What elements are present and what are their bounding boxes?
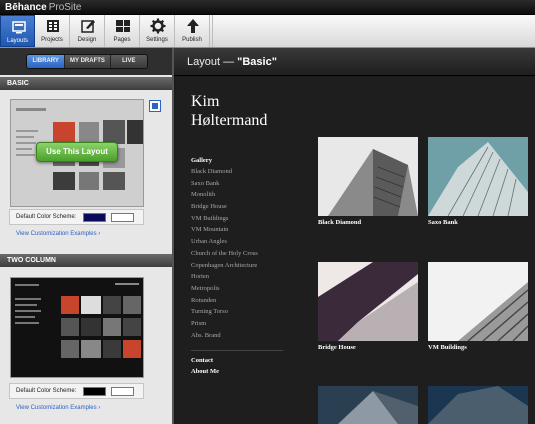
color-scheme-two-column: Default Color Scheme: (9, 383, 144, 399)
layout-title-bar: Layout — "Basic" (174, 48, 535, 76)
color-scheme-label: Default Color Scheme: (16, 388, 77, 394)
use-this-layout-button[interactable]: Use This Layout (36, 142, 118, 162)
toolbar-settings-button[interactable]: Settings (140, 15, 175, 47)
nav-divider (191, 350, 283, 351)
toolbar-layouts-button[interactable]: Layouts (0, 15, 35, 47)
nav-item[interactable]: Bridge House (191, 201, 258, 213)
design-icon (81, 20, 95, 33)
layout-title-prefix: Layout — (187, 56, 238, 68)
gallery-image (428, 262, 528, 341)
gallery-image (318, 137, 418, 216)
gallery-thumb-vm-buildings[interactable] (428, 262, 528, 341)
toolbar-design-label: Design (77, 37, 97, 43)
view-customization-examples-link[interactable]: View Customization Examples › (16, 231, 100, 237)
layout-thumbnail-two-column[interactable] (10, 277, 144, 378)
toolbar-pages-label: Pages (113, 37, 131, 43)
toolbar-projects-label: Projects (41, 37, 63, 43)
view-customization-examples-link[interactable]: View Customization Examples › (16, 405, 100, 411)
toolbar-settings-label: Settings (146, 37, 168, 43)
nav-item[interactable]: Black Diamond (191, 166, 258, 178)
site-owner-name: Kim Høltermand (191, 92, 267, 130)
gallery-thumb[interactable] (318, 386, 418, 424)
gallery-caption[interactable]: Saxo Bank (428, 219, 458, 226)
site-name-line-1: Kim (191, 93, 220, 110)
nav-item[interactable]: Horten (191, 271, 258, 283)
layouts-icon (12, 21, 26, 34)
nav-item[interactable]: Abs. Brand (191, 330, 258, 342)
arrow-up-icon (187, 19, 199, 33)
section-header-basic: BASIC (0, 77, 172, 90)
gallery-thumb[interactable] (428, 386, 528, 424)
gallery-nav: Gallery Black Diamond Saxo Bank Monolith… (191, 155, 258, 341)
tab-live[interactable]: LIVE (109, 55, 147, 68)
nav-item-about-me[interactable]: About Me (191, 366, 219, 377)
prosite-app: Bēhance ProSite Layouts Projects Design P… (0, 0, 535, 424)
thumbnail-two-column-preview (11, 278, 143, 377)
nav-item[interactable]: Turning Torso (191, 306, 258, 318)
gallery-image (318, 386, 418, 424)
gallery-image (318, 262, 418, 341)
nav-item[interactable]: VM Mountain (191, 224, 258, 236)
toolbar-layouts-label: Layouts (6, 38, 28, 44)
nav-item[interactable]: Metropolis (191, 283, 258, 295)
toolbar-filler (212, 15, 535, 47)
gallery-thumb-bridge-house[interactable] (318, 262, 418, 341)
color-swatch-primary[interactable] (83, 213, 106, 222)
gallery-thumb-black-diamond[interactable] (318, 137, 418, 216)
secondary-nav: Contact About Me (191, 355, 219, 377)
nav-item[interactable]: Rotunden (191, 295, 258, 307)
toolbar: Layouts Projects Design Pages Settings P… (0, 15, 535, 48)
gear-icon (150, 18, 166, 34)
nav-item[interactable]: VM Buildings (191, 213, 258, 225)
tab-my-drafts[interactable]: MY DRAFTS (64, 55, 110, 68)
toolbar-publish-button[interactable]: Publish (175, 15, 210, 47)
gallery-caption[interactable]: VM Buildings (428, 344, 467, 351)
brand-prosite: ProSite (48, 2, 82, 13)
library-tabs-bar: LIBRARY MY DRAFTS LIVE (0, 48, 172, 75)
nav-item[interactable]: Copenhagen Architecture (191, 260, 258, 272)
gallery-thumb-saxo-bank[interactable] (428, 137, 528, 216)
color-swatch-primary[interactable] (83, 387, 106, 396)
brand-behance: Bēhance (5, 2, 47, 13)
layout-title: Layout — "Basic" (187, 56, 277, 68)
color-scheme-label: Default Color Scheme: (16, 214, 77, 220)
toolbar-publish-label: Publish (182, 37, 202, 43)
brand-logo: Bēhance ProSite (5, 1, 81, 14)
nav-item-contact[interactable]: Contact (191, 355, 219, 366)
section-header-two-column: TWO COLUMN (0, 254, 172, 267)
site-name-line-2: Høltermand (191, 112, 268, 129)
layout-title-name: "Basic" (237, 56, 277, 68)
gallery-image (428, 137, 528, 216)
nav-item[interactable]: Urban Angles (191, 236, 258, 248)
nav-item[interactable]: Church of the Holy Cross (191, 248, 258, 260)
color-swatch-secondary[interactable] (111, 387, 134, 396)
nav-item[interactable]: Saxo Bank (191, 178, 258, 190)
gallery-caption[interactable]: Black Diamond (318, 219, 361, 226)
color-swatch-secondary[interactable] (111, 213, 134, 222)
toolbar-design-button[interactable]: Design (70, 15, 105, 47)
projects-icon (47, 20, 59, 32)
nav-item[interactable]: Monolith (191, 189, 258, 201)
nav-item[interactable]: Prism (191, 318, 258, 330)
nav-header-gallery[interactable]: Gallery (191, 155, 258, 166)
gallery-caption[interactable]: Bridge House (318, 344, 356, 351)
top-bar: Bēhance ProSite (0, 0, 535, 15)
select-layout-checkbox-icon[interactable] (149, 100, 161, 112)
toolbar-projects-button[interactable]: Projects (35, 15, 70, 47)
library-tabs: LIBRARY MY DRAFTS LIVE (26, 54, 148, 69)
gallery-image (428, 386, 528, 424)
tab-library[interactable]: LIBRARY (27, 55, 65, 68)
color-scheme-basic: Default Color Scheme: (9, 209, 144, 225)
layout-sidebar: LIBRARY MY DRAFTS LIVE BASIC Use This La… (0, 48, 174, 424)
layout-preview: Kim Høltermand Gallery Black Diamond Sax… (176, 77, 535, 424)
toolbar-pages-button[interactable]: Pages (105, 15, 140, 47)
pages-icon (116, 20, 130, 32)
